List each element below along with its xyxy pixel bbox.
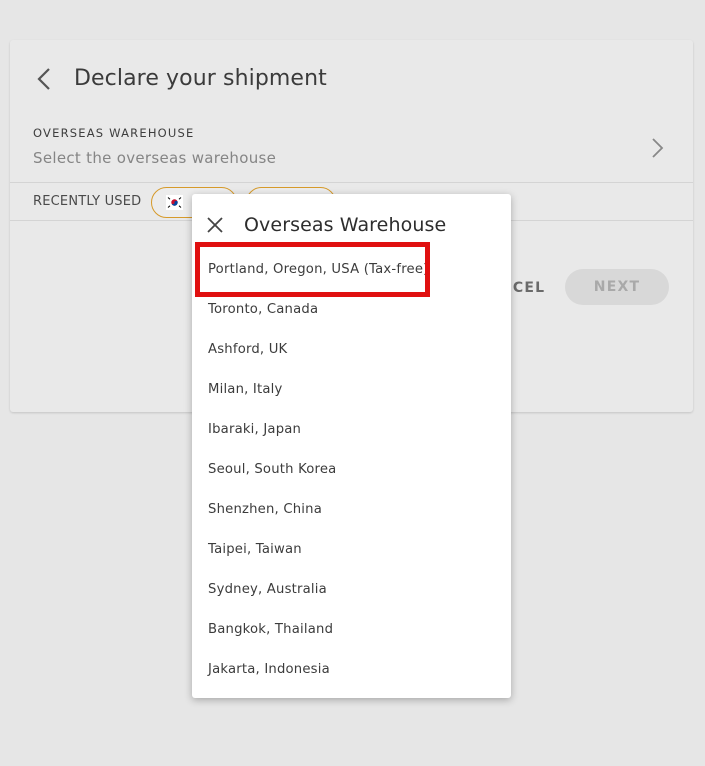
next-button[interactable]: NEXT [565,269,669,305]
warehouse-option-portland[interactable]: Portland, Oregon, USA (Tax-free) [192,250,511,290]
warehouse-option-seoul[interactable]: Seoul, South Korea [192,450,511,490]
overseas-warehouse-selector[interactable]: OVERSEAS WAREHOUSE Select the overseas w… [10,118,693,182]
warehouse-option-jakarta[interactable]: Jakarta, Indonesia [192,650,511,690]
warehouse-option-taipei[interactable]: Taipei, Taiwan [192,530,511,570]
chevron-right-icon [652,138,664,158]
warehouse-option-ashford[interactable]: Ashford, UK [192,330,511,370]
warehouse-option-bangkok[interactable]: Bangkok, Thailand [192,610,511,650]
recently-used-label: RECENTLY USED [33,194,142,209]
chevron-left-icon [37,68,50,90]
close-button[interactable] [205,215,225,235]
warehouse-option-ibaraki[interactable]: Ibaraki, Japan [192,410,511,450]
popup-title: Overseas Warehouse [244,214,447,236]
overseas-warehouse-label: OVERSEAS WAREHOUSE [33,126,195,140]
warehouse-option-shenzhen[interactable]: Shenzhen, China [192,490,511,530]
warehouse-option-milan[interactable]: Milan, Italy [192,370,511,410]
warehouse-option-sydney[interactable]: Sydney, Australia [192,570,511,610]
overseas-warehouse-popup: Overseas Warehouse Portland, Oregon, USA… [192,194,511,698]
south-korea-flag-icon [166,195,183,210]
overseas-warehouse-placeholder: Select the overseas warehouse [33,149,277,167]
warehouse-option-toronto[interactable]: Toronto, Canada [192,290,511,330]
page-title: Declare your shipment [74,66,327,91]
warehouse-list: Portland, Oregon, USA (Tax-free) Toronto… [192,250,511,690]
close-icon [207,217,223,233]
back-button[interactable] [33,66,57,92]
